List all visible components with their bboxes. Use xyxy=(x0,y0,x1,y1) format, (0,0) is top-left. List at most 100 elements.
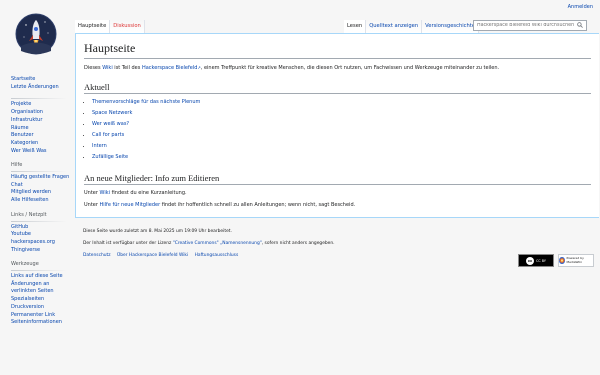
search-icon[interactable] xyxy=(577,21,583,30)
sidebar-item-alle-hilfeseiten[interactable]: Alle Hilfeseiten xyxy=(11,197,73,205)
tab-label: Versionsgeschichte xyxy=(425,23,476,29)
mediawiki-badge-label: Powered by MediaWiki xyxy=(566,256,584,264)
sidebar-item-kategorien[interactable]: Kategorien xyxy=(11,140,73,148)
sidebar-item-permanenter-link[interactable]: Permanenter Link xyxy=(11,312,73,320)
sidebar-item-hackerspaces[interactable]: hackerspaces.org xyxy=(11,239,73,247)
sidebar-item-wer-weiss-was[interactable]: Wer Weiß Was xyxy=(11,148,73,156)
footer-places: Datenschutz Über Hackerspace Bielefeld W… xyxy=(83,253,593,259)
tab-quelltext[interactable]: Quelltext anzeigen xyxy=(366,20,423,33)
intro-paragraph: Dieses Wiki ist Teil des Hackerspace Bie… xyxy=(84,64,591,72)
sidebar-item-chat[interactable]: Chat xyxy=(11,182,73,190)
sidebar-item-projekte[interactable]: Projekte xyxy=(11,101,73,109)
sidebar-item-seiteninformationen[interactable]: Seiteninformationen xyxy=(11,319,73,327)
tab-label: Hauptseite xyxy=(78,23,107,29)
para-text: findest du eine Kurzanleitung. xyxy=(110,190,187,196)
sidebar-item-benutzer[interactable]: Benutzer xyxy=(11,132,73,140)
intro-text: ist Teil des xyxy=(112,65,142,71)
cc-icon: cc xyxy=(526,256,535,265)
list-item: Intern xyxy=(92,141,591,152)
aktuell-link-wer-weiss-was[interactable]: Wer weiß was? xyxy=(92,121,129,127)
tab-hauptseite[interactable]: Hauptseite xyxy=(75,20,111,33)
para-text: Unter xyxy=(84,190,100,196)
sidebar-item-aenderungen-verlinkt[interactable]: Änderungen an verlinkten Seiten xyxy=(11,281,73,296)
cc-badge-label: CC BY xyxy=(536,258,546,263)
powered-by-mediawiki-badge[interactable]: Powered by MediaWiki xyxy=(558,254,594,267)
sidebar-item-faq[interactable]: Häufig gestellte Fragen xyxy=(11,174,73,182)
list-item: Zufällige Seite xyxy=(92,152,591,163)
wiki-anleitung-link[interactable]: Wiki xyxy=(100,190,111,196)
footer-lastmod: Diese Seite wurde zuletzt am 8. Mai 2025… xyxy=(83,229,232,234)
hilfe-neue-mitglieder-link[interactable]: Hilfe für neue Mitglieder xyxy=(100,202,161,208)
sidebar-heading: Werkzeuge xyxy=(11,261,39,268)
main-content: Hauptseite Dieses Wiki ist Teil des Hack… xyxy=(75,33,599,218)
sidebar-item-raeume[interactable]: Räume xyxy=(11,125,73,133)
footer-link-datenschutz[interactable]: Datenschutz xyxy=(83,253,111,258)
para-text: Unter xyxy=(84,202,100,208)
sidebar-item-startseite[interactable]: Startseite xyxy=(11,76,73,84)
tab-lesen[interactable]: Lesen xyxy=(344,20,367,33)
personal-tools: Anmelden xyxy=(568,4,593,10)
sidebar-section-organisation: Projekte Organisation Infrastruktur Räum… xyxy=(11,98,73,155)
sidebar-item-organisation[interactable]: Organisation xyxy=(11,109,73,117)
list-item: Themenvorschläge für das nächste Plenum xyxy=(92,97,591,108)
sidebar-item-letzte-aenderungen[interactable]: Letzte Änderungen xyxy=(11,84,73,92)
site-logo[interactable] xyxy=(15,13,57,55)
tab-diskussion[interactable]: Diskussion xyxy=(110,20,145,33)
sidebar-item-thingiverse[interactable]: Thingiverse xyxy=(11,247,73,255)
list-item: Wer weiß was? xyxy=(92,119,591,130)
footer-link-ueber[interactable]: Über Hackerspace Bielefeld Wiki xyxy=(117,253,188,258)
namespace-tabs: Hauptseite Diskussion xyxy=(75,20,145,33)
view-tabs: Lesen Quelltext anzeigen Versionsgeschic… xyxy=(344,20,480,33)
sidebar-item-infrastruktur[interactable]: Infrastruktur xyxy=(11,117,73,125)
sidebar-separator xyxy=(11,270,67,272)
sidebar-section-links: Links / Netzplt GitHub Youtube hackerspa… xyxy=(11,212,73,255)
section-heading-neue-mitglieder: An neue Mitglieder: Info zum Editieren xyxy=(84,173,591,185)
tab-label: Quelltext anzeigen xyxy=(369,23,419,29)
login-link[interactable]: Anmelden xyxy=(568,4,593,10)
footer-link-haftungsausschluss[interactable]: Haftungsausschluss xyxy=(195,253,239,258)
wiki-link[interactable]: Wiki xyxy=(102,65,113,71)
intro-text: , einem Treffpunkt für kreative Menschen… xyxy=(200,65,500,71)
aktuell-link-themenvorschlaege[interactable]: Themenvorschläge für das nächste Plenum xyxy=(92,99,200,105)
neue-paragraph-2: Unter Hilfe für neue Mitglieder findet i… xyxy=(84,202,591,209)
tab-label: Lesen xyxy=(347,23,363,29)
aktuell-list: Themenvorschläge für das nächste Plenum … xyxy=(84,97,591,163)
sidebar-separator xyxy=(11,171,67,173)
sidebar-item-youtube[interactable]: Youtube xyxy=(11,231,73,239)
sidebar-item-links-auf-seite[interactable]: Links auf diese Seite xyxy=(11,273,73,281)
sidebar-heading: Links / Netzplt xyxy=(11,211,47,218)
sidebar-section-werkzeuge: Werkzeuge Links auf diese Seite Änderung… xyxy=(11,261,73,327)
sidebar-item-druckversion[interactable]: Druckversion xyxy=(11,304,73,312)
license-text: , sofern nicht anders angegeben. xyxy=(261,241,335,246)
sidebar-item-mitglied-werden[interactable]: Mitglied werden xyxy=(11,189,73,197)
intro-text: Dieses xyxy=(84,65,103,71)
sidebar-section-hilfe: Hilfe Häufig gestellte Fragen Chat Mitgl… xyxy=(11,162,73,205)
sidebar-item-spezialseiten[interactable]: Spezialseiten xyxy=(11,296,73,304)
aktuell-link-call-for-parts[interactable]: Call for parts xyxy=(92,132,124,138)
sidebar-separator xyxy=(11,220,67,222)
neue-paragraph-1: Unter Wiki findest du eine Kurzanleitung… xyxy=(84,190,591,197)
footer-icons: cc CC BY Powered by MediaWiki xyxy=(518,254,594,267)
footer: Diese Seite wurde zuletzt am 8. Mai 2025… xyxy=(83,229,593,265)
sidebar: Startseite Letzte Änderungen Projekte Or… xyxy=(11,76,73,334)
tab-label: Diskussion xyxy=(113,23,141,29)
sidebar-heading: Hilfe xyxy=(11,162,23,169)
aktuell-link-intern[interactable]: Intern xyxy=(92,143,107,149)
hackerspace-link[interactable]: Hackerspace Bielefeld xyxy=(142,65,197,71)
license-text: Der Inhalt ist verfügbar unter der Lizen… xyxy=(83,241,173,246)
sidebar-separator xyxy=(11,98,67,100)
list-item: Space Netzwerk xyxy=(92,108,591,119)
sidebar-navigation: Startseite Letzte Änderungen xyxy=(11,76,73,91)
search-input[interactable] xyxy=(477,23,577,28)
section-heading-aktuell: Aktuell xyxy=(84,82,591,94)
aktuell-link-space-netzwerk[interactable]: Space Netzwerk xyxy=(92,110,132,116)
mediawiki-flower-icon xyxy=(559,257,565,264)
rocket-logo-icon xyxy=(15,13,57,55)
sidebar-item-github[interactable]: GitHub xyxy=(11,224,73,232)
license-link[interactable]: "Creative Commons" „Namensnennung" xyxy=(173,241,262,246)
list-item: Call for parts xyxy=(92,130,591,141)
aktuell-link-zufaellige-seite[interactable]: Zufällige Seite xyxy=(92,154,128,160)
tab-versionsgeschichte[interactable]: Versionsgeschichte xyxy=(422,20,480,33)
page-title: Hauptseite xyxy=(84,41,591,59)
cc-license-badge[interactable]: cc CC BY xyxy=(518,254,554,267)
